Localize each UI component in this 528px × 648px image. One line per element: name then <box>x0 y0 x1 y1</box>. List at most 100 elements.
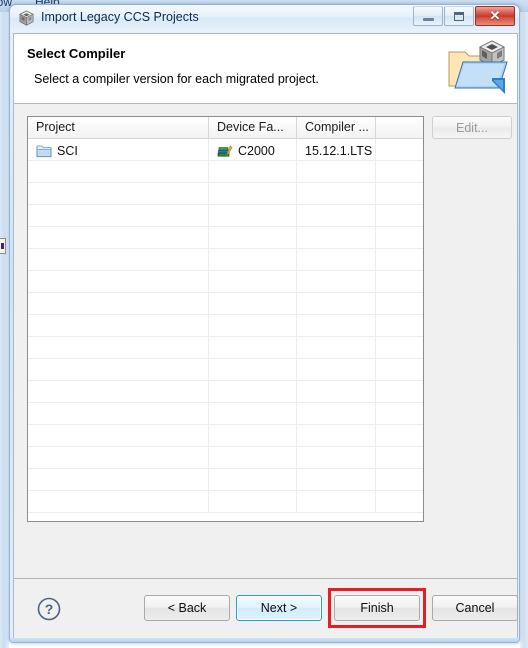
empty-cell <box>28 183 209 204</box>
background-right-edge <box>520 12 528 648</box>
table-empty-row[interactable] <box>28 271 423 293</box>
dialog-title: Import Legacy CCS Projects <box>41 10 199 24</box>
empty-cell <box>376 403 423 424</box>
cell-device-family-label: C2000 <box>238 144 275 158</box>
minimize-icon <box>422 18 434 21</box>
empty-cell <box>297 381 376 402</box>
empty-cell <box>376 183 423 204</box>
table-row[interactable]: SCI C2000 15.12.1.LTS <box>28 139 423 161</box>
dialog-client-area: Select Compiler Select a compiler versio… <box>13 33 518 641</box>
background-view-tab <box>0 238 6 254</box>
dialog-bottom-edge <box>10 638 519 642</box>
empty-cell <box>209 491 297 512</box>
empty-cell <box>209 403 297 424</box>
table-empty-row[interactable] <box>28 425 423 447</box>
empty-cell <box>28 337 209 358</box>
empty-cell <box>209 469 297 490</box>
empty-cell <box>28 447 209 468</box>
table-empty-row[interactable] <box>28 447 423 469</box>
cancel-button[interactable]: Cancel <box>432 595 518 621</box>
background-left-edge <box>0 12 9 648</box>
empty-cell <box>297 249 376 270</box>
column-header-device-family[interactable]: Device Fa... <box>209 117 297 138</box>
table-empty-row[interactable] <box>28 227 423 249</box>
table-empty-row[interactable] <box>28 161 423 183</box>
table-empty-row[interactable] <box>28 205 423 227</box>
table-empty-row[interactable] <box>28 183 423 205</box>
empty-cell <box>376 227 423 248</box>
empty-cell <box>376 161 423 182</box>
library-books-icon <box>217 144 233 158</box>
maximize-button[interactable] <box>444 6 474 26</box>
column-header-compiler[interactable]: Compiler ... <box>297 117 376 138</box>
maximize-icon <box>454 11 464 21</box>
column-header-project[interactable]: Project <box>28 117 209 138</box>
table-empty-row[interactable] <box>28 337 423 359</box>
desktop-background: dow Help Import Legacy CCS Projects <box>0 0 528 648</box>
empty-cell <box>376 381 423 402</box>
empty-cell <box>28 293 209 314</box>
empty-cell <box>376 425 423 446</box>
table-empty-row[interactable] <box>28 491 423 513</box>
empty-cell <box>209 227 297 248</box>
empty-cell <box>28 403 209 424</box>
empty-cell <box>209 359 297 380</box>
empty-cell <box>28 469 209 490</box>
empty-cell <box>297 447 376 468</box>
dialog-content: Project Device Fa... Compiler ... SCI C2… <box>14 104 518 641</box>
empty-cell <box>376 315 423 336</box>
folder-icon <box>36 144 52 158</box>
empty-cell <box>297 271 376 292</box>
help-question-icon[interactable]: ? <box>36 596 62 622</box>
empty-cell <box>297 425 376 446</box>
empty-cell <box>376 249 423 270</box>
empty-cell <box>28 491 209 512</box>
empty-cell <box>297 403 376 424</box>
empty-cell <box>376 271 423 292</box>
table-empty-row[interactable] <box>28 381 423 403</box>
empty-cell <box>376 469 423 490</box>
column-header-extra[interactable] <box>376 117 423 138</box>
empty-cell <box>28 227 209 248</box>
dialog-button-bar: ? < Back Next > Finish Cancel <box>14 578 518 641</box>
table-empty-row[interactable] <box>28 469 423 491</box>
empty-cell <box>297 315 376 336</box>
empty-cell <box>376 491 423 512</box>
empty-cell <box>209 447 297 468</box>
project-compiler-table[interactable]: Project Device Fa... Compiler ... SCI C2… <box>27 116 424 522</box>
close-button[interactable]: ✕ <box>475 6 515 26</box>
import-folder-cube-icon <box>445 38 509 100</box>
empty-cell <box>297 337 376 358</box>
cell-compiler[interactable]: 15.12.1.LTS <box>297 139 376 160</box>
empty-cell <box>376 447 423 468</box>
table-empty-row[interactable] <box>28 359 423 381</box>
finish-button[interactable]: Finish <box>334 595 420 621</box>
empty-cell <box>297 205 376 226</box>
empty-cell <box>297 161 376 182</box>
empty-cell <box>28 161 209 182</box>
table-empty-row[interactable] <box>28 249 423 271</box>
table-empty-row[interactable] <box>28 403 423 425</box>
cell-project[interactable]: SCI <box>28 139 209 160</box>
empty-cell <box>28 359 209 380</box>
page-description: Select a compiler version for each migra… <box>34 72 319 86</box>
empty-cell <box>209 249 297 270</box>
edit-button[interactable]: Edit... <box>432 116 512 139</box>
empty-cell <box>376 293 423 314</box>
table-empty-row[interactable] <box>28 315 423 337</box>
empty-cell <box>209 337 297 358</box>
back-button[interactable]: < Back <box>144 595 230 621</box>
empty-cell <box>28 425 209 446</box>
cell-project-label: SCI <box>57 144 78 158</box>
empty-cell <box>209 205 297 226</box>
empty-cell <box>209 293 297 314</box>
empty-cell <box>209 183 297 204</box>
import-legacy-ccs-projects-dialog: Import Legacy CCS Projects ✕ Select Comp… <box>9 4 520 643</box>
cell-extra[interactable] <box>376 139 423 160</box>
table-empty-row[interactable] <box>28 293 423 315</box>
dialog-titlebar[interactable]: Import Legacy CCS Projects ✕ <box>10 5 519 32</box>
next-button[interactable]: Next > <box>236 595 322 621</box>
minimize-button[interactable] <box>413 6 443 26</box>
cell-device-family[interactable]: C2000 <box>209 139 297 160</box>
empty-cell <box>28 271 209 292</box>
